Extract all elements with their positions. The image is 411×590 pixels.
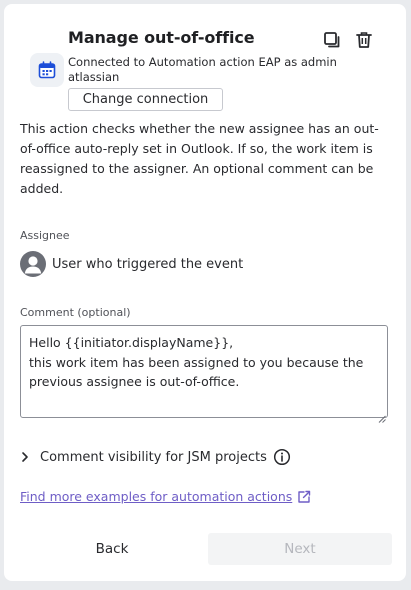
change-connection-button[interactable]: Change connection [68,88,223,111]
comment-visibility-toggle[interactable]: Comment visibility for JSM projects [20,447,291,467]
examples-link-text: Find more examples for automation action… [20,489,293,504]
assignee-value[interactable]: User who triggered the event [20,251,243,277]
connection-status: Connected to Automation action EAP as ad… [68,55,337,84]
user-avatar-icon [20,251,46,277]
external-link-icon [297,490,311,504]
chevron-right-icon [20,448,30,467]
automation-examples-link[interactable]: Find more examples for automation action… [20,489,311,504]
comment-label: Comment (optional) [20,306,131,319]
action-description: This action checks whether the new assig… [20,121,379,196]
page-title: Manage out-of-office [68,28,255,47]
comment-visibility-label: Comment visibility for JSM projects [40,449,267,465]
assignee-text: User who triggered the event [52,256,244,272]
assignee-label: Assignee [20,229,70,242]
calendar-icon [30,53,64,87]
comment-textarea[interactable]: Hello {{initiator.displayName}}, this wo… [20,325,388,418]
info-icon[interactable] [273,448,291,466]
resize-handle-icon[interactable] [378,408,386,423]
action-config-panel: Manage out-of-office Connected to Automa… [4,4,406,581]
trash-icon[interactable] [354,30,374,50]
back-button[interactable]: Back [32,533,192,565]
duplicate-icon[interactable] [322,30,342,50]
next-button[interactable]: Next [208,533,392,565]
